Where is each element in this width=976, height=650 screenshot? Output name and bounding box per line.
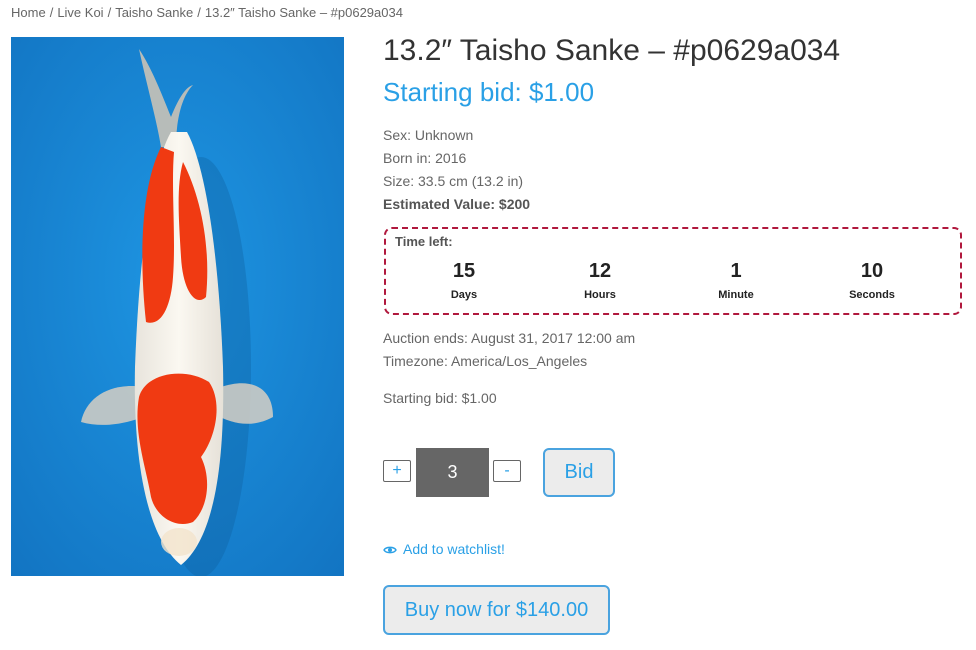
breadcrumb-taisho-sanke[interactable]: Taisho Sanke bbox=[115, 5, 193, 20]
breadcrumb-separator: / bbox=[107, 5, 112, 20]
spec-born: Born in: 2016 bbox=[383, 150, 467, 166]
countdown-timer: Time left: 15 Days 12 Hours 1 Minute 10 … bbox=[384, 227, 962, 315]
timer-seconds-label: Seconds bbox=[849, 289, 895, 301]
koi-photo bbox=[11, 37, 344, 576]
add-to-watchlist-link[interactable]: Add to watchlist! bbox=[383, 541, 505, 558]
timer-hours-label: Hours bbox=[584, 289, 616, 301]
product-image[interactable] bbox=[11, 37, 344, 576]
timer-seconds-value: 10 bbox=[860, 260, 884, 282]
bid-button[interactable]: Bid bbox=[543, 448, 615, 497]
bid-quantity-input[interactable]: 3 bbox=[416, 448, 489, 497]
auction-ends: Auction ends: August 31, 2017 12:00 am bbox=[383, 330, 636, 346]
breadcrumb-separator: / bbox=[49, 5, 54, 20]
quantity-plus-button[interactable]: + bbox=[383, 460, 411, 482]
timer-minutes-value: 1 bbox=[730, 260, 742, 282]
timer-minutes: 1 Minute bbox=[696, 259, 776, 301]
add-to-watchlist-label: Add to watchlist! bbox=[403, 541, 505, 557]
timer-days-label: Days bbox=[450, 289, 478, 301]
breadcrumb: Home / Live Koi / Taisho Sanke/13.2″ Taisho … bbox=[11, 5, 403, 20]
auction-timezone: Timezone: America/Los_Angeles bbox=[383, 353, 588, 369]
timer-hours-value: 12 bbox=[588, 260, 612, 282]
breadcrumb-home[interactable]: Home bbox=[11, 5, 46, 20]
eye-icon bbox=[383, 542, 397, 558]
starting-bid-text: Starting bid: $1.00 bbox=[383, 390, 497, 406]
breadcrumb-live-koi[interactable]: Live Koi bbox=[57, 5, 103, 20]
timer-seconds: 10 Seconds bbox=[832, 259, 912, 301]
timer-days-value: 15 bbox=[452, 260, 476, 282]
buy-now-button[interactable]: Buy now for $140.00 bbox=[383, 585, 610, 635]
spec-sex: Sex: Unknown bbox=[383, 127, 474, 143]
timer-days: 15 Days bbox=[424, 259, 504, 301]
starting-bid-heading: Starting bid: $1.00 bbox=[383, 77, 595, 107]
breadcrumb-separator: / bbox=[197, 5, 201, 20]
timer-minutes-label: Minute bbox=[718, 289, 754, 301]
timer-hours: 12 Hours bbox=[560, 259, 640, 301]
breadcrumb-current: 13.2″ Taisho Sanke – #p0629a034 bbox=[204, 5, 403, 20]
quantity-minus-button[interactable]: - bbox=[493, 460, 521, 482]
spec-estimated-value: Estimated Value: $200 bbox=[383, 196, 531, 212]
product-title: 13.2″ Taisho Sanke – #p0629a034 bbox=[383, 34, 841, 67]
time-left-label: Time left: bbox=[395, 234, 453, 249]
spec-size: Size: 33.5 cm (13.2 in) bbox=[383, 173, 524, 189]
